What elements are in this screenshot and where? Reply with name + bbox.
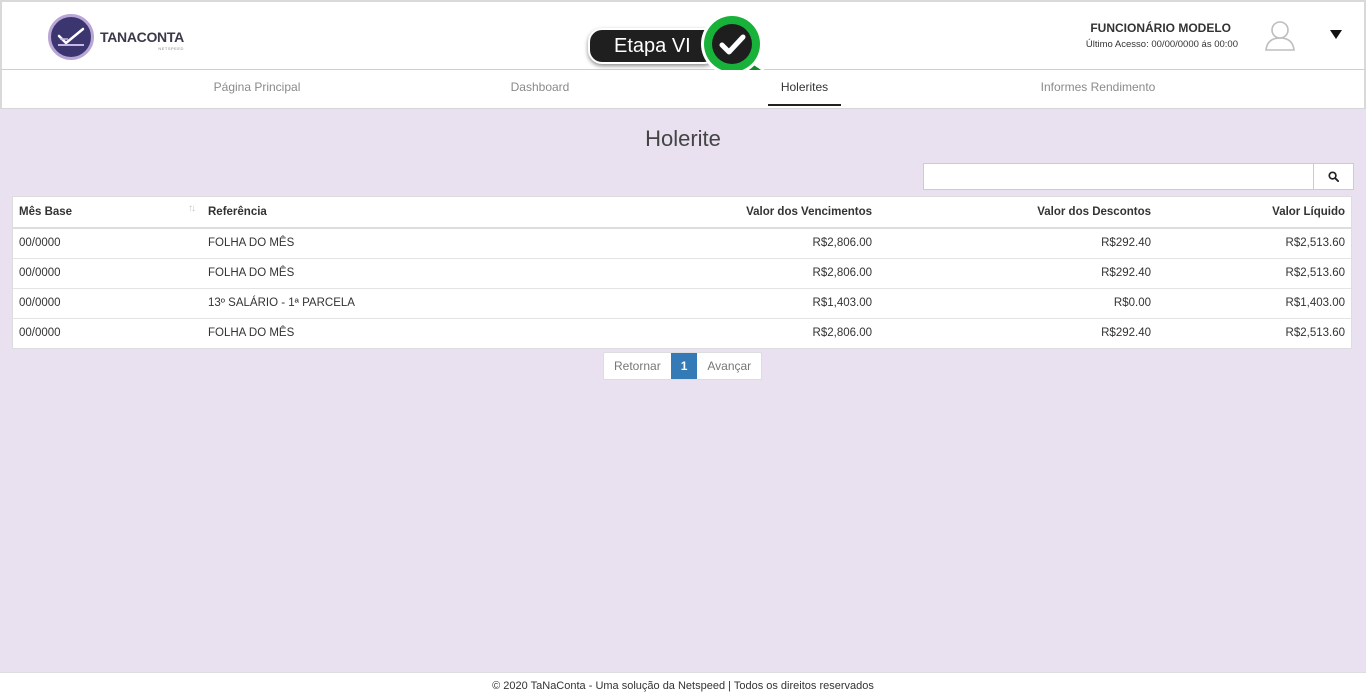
- prev-page-button[interactable]: Retornar: [604, 353, 671, 379]
- top-header: TANACONTA NETSPEED Etapa VI FUNCIONÁRIO …: [0, 0, 1366, 88]
- nav-item-pagina-principal[interactable]: Página Principal: [202, 70, 312, 106]
- cell-descontos: R$0.00: [878, 287, 1157, 318]
- footer: © 2020 TaNaConta - Uma solução da Netspe…: [0, 672, 1366, 699]
- cell-referencia: 13º SALÁRIO - 1ª PARCELA: [202, 287, 552, 318]
- last-access: Último Acesso: 00/00/0000 ás 00:00: [1085, 39, 1238, 50]
- footer-text: © 2020 TaNaConta - Uma solução da Netspe…: [492, 680, 874, 692]
- cell-liquido: R$2,513.60: [1157, 257, 1351, 288]
- cell-mes-base: 00/0000: [19, 237, 61, 250]
- holerite-table: Mês Base ↑↓ Referência Valor dos Vencime…: [12, 196, 1352, 349]
- caret-down-icon[interactable]: [1330, 30, 1342, 39]
- brand-subtitle: NETSPEED: [158, 46, 184, 51]
- nav-item-informes-rendimento[interactable]: Informes Rendimento: [1026, 70, 1170, 106]
- pagination: Retornar 1 Avançar: [603, 352, 763, 380]
- cell-liquido: R$2,513.60: [1157, 317, 1351, 348]
- cell-vencimentos: R$2,806.00: [552, 257, 878, 288]
- cell-vencimentos: R$1,403.00: [552, 287, 878, 318]
- search-input[interactable]: [924, 164, 1313, 189]
- table-row[interactable]: 00/0000 FOLHA DO MÊS R$2,806.00 R$292.40…: [13, 257, 1351, 288]
- column-referencia[interactable]: Referência: [202, 197, 552, 229]
- main-nav: Página Principal Dashboard Holerites Inf…: [0, 70, 1366, 109]
- table-row[interactable]: 00/0000 FOLHA DO MÊS R$2,806.00 R$292.40…: [13, 317, 1351, 348]
- logo-mark-icon: [48, 14, 94, 60]
- cell-referencia: FOLHA DO MÊS: [202, 257, 552, 288]
- brand-name: TANACONTA NETSPEED: [100, 29, 184, 51]
- cell-liquido: R$2,513.60: [1285, 237, 1345, 250]
- page-title: Holerite: [645, 126, 721, 151]
- user-name: FUNCIONÁRIO MODELO: [1090, 21, 1231, 35]
- nav-item-holerites[interactable]: Holerites: [768, 70, 841, 106]
- search-icon: [1328, 171, 1339, 182]
- search-box: [923, 163, 1354, 190]
- cell-mes-base: 00/0000: [13, 257, 202, 288]
- cell-vencimentos: R$2,806.00: [552, 317, 878, 348]
- sort-icon[interactable]: ↑↓: [188, 203, 196, 214]
- cell-descontos: R$292.40: [1101, 237, 1151, 250]
- cell-liquido: R$1,403.00: [1157, 287, 1351, 318]
- cell-mes-base: 00/0000: [13, 287, 202, 318]
- brand-title: TANACONTA: [100, 29, 184, 45]
- column-mes-base[interactable]: Mês Base ↑↓: [13, 197, 202, 229]
- column-valor-descontos[interactable]: Valor dos Descontos: [878, 197, 1157, 229]
- cell-mes-base: 00/0000: [13, 317, 202, 348]
- table-header-row: Mês Base ↑↓ Referência Valor dos Vencime…: [13, 197, 1351, 229]
- cell-vencimentos: R$2,806.00: [812, 237, 872, 250]
- nav-item-dashboard[interactable]: Dashboard: [497, 70, 583, 106]
- current-page-button[interactable]: 1: [670, 353, 698, 379]
- cell-referencia: FOLHA DO MÊS: [202, 317, 552, 348]
- user-icon[interactable]: [1264, 19, 1296, 51]
- next-page-button[interactable]: Avançar: [697, 353, 761, 379]
- cell-referencia: FOLHA DO MÊS: [208, 237, 295, 250]
- column-valor-vencimentos[interactable]: Valor dos Vencimentos: [552, 197, 878, 229]
- table-row[interactable]: 00/0000 FOLHA DO MÊS R$2,806.00 R$292.40…: [13, 228, 1351, 258]
- cell-descontos: R$292.40: [878, 317, 1157, 348]
- search-button[interactable]: [1313, 164, 1353, 189]
- column-valor-liquido[interactable]: Valor Líquido: [1157, 197, 1351, 229]
- brand-logo[interactable]: TANACONTA NETSPEED: [48, 14, 184, 60]
- cell-descontos: R$292.40: [878, 257, 1157, 288]
- table-row[interactable]: 00/0000 13º SALÁRIO - 1ª PARCELA R$1,403…: [13, 287, 1351, 318]
- column-label: Mês Base: [19, 206, 73, 218]
